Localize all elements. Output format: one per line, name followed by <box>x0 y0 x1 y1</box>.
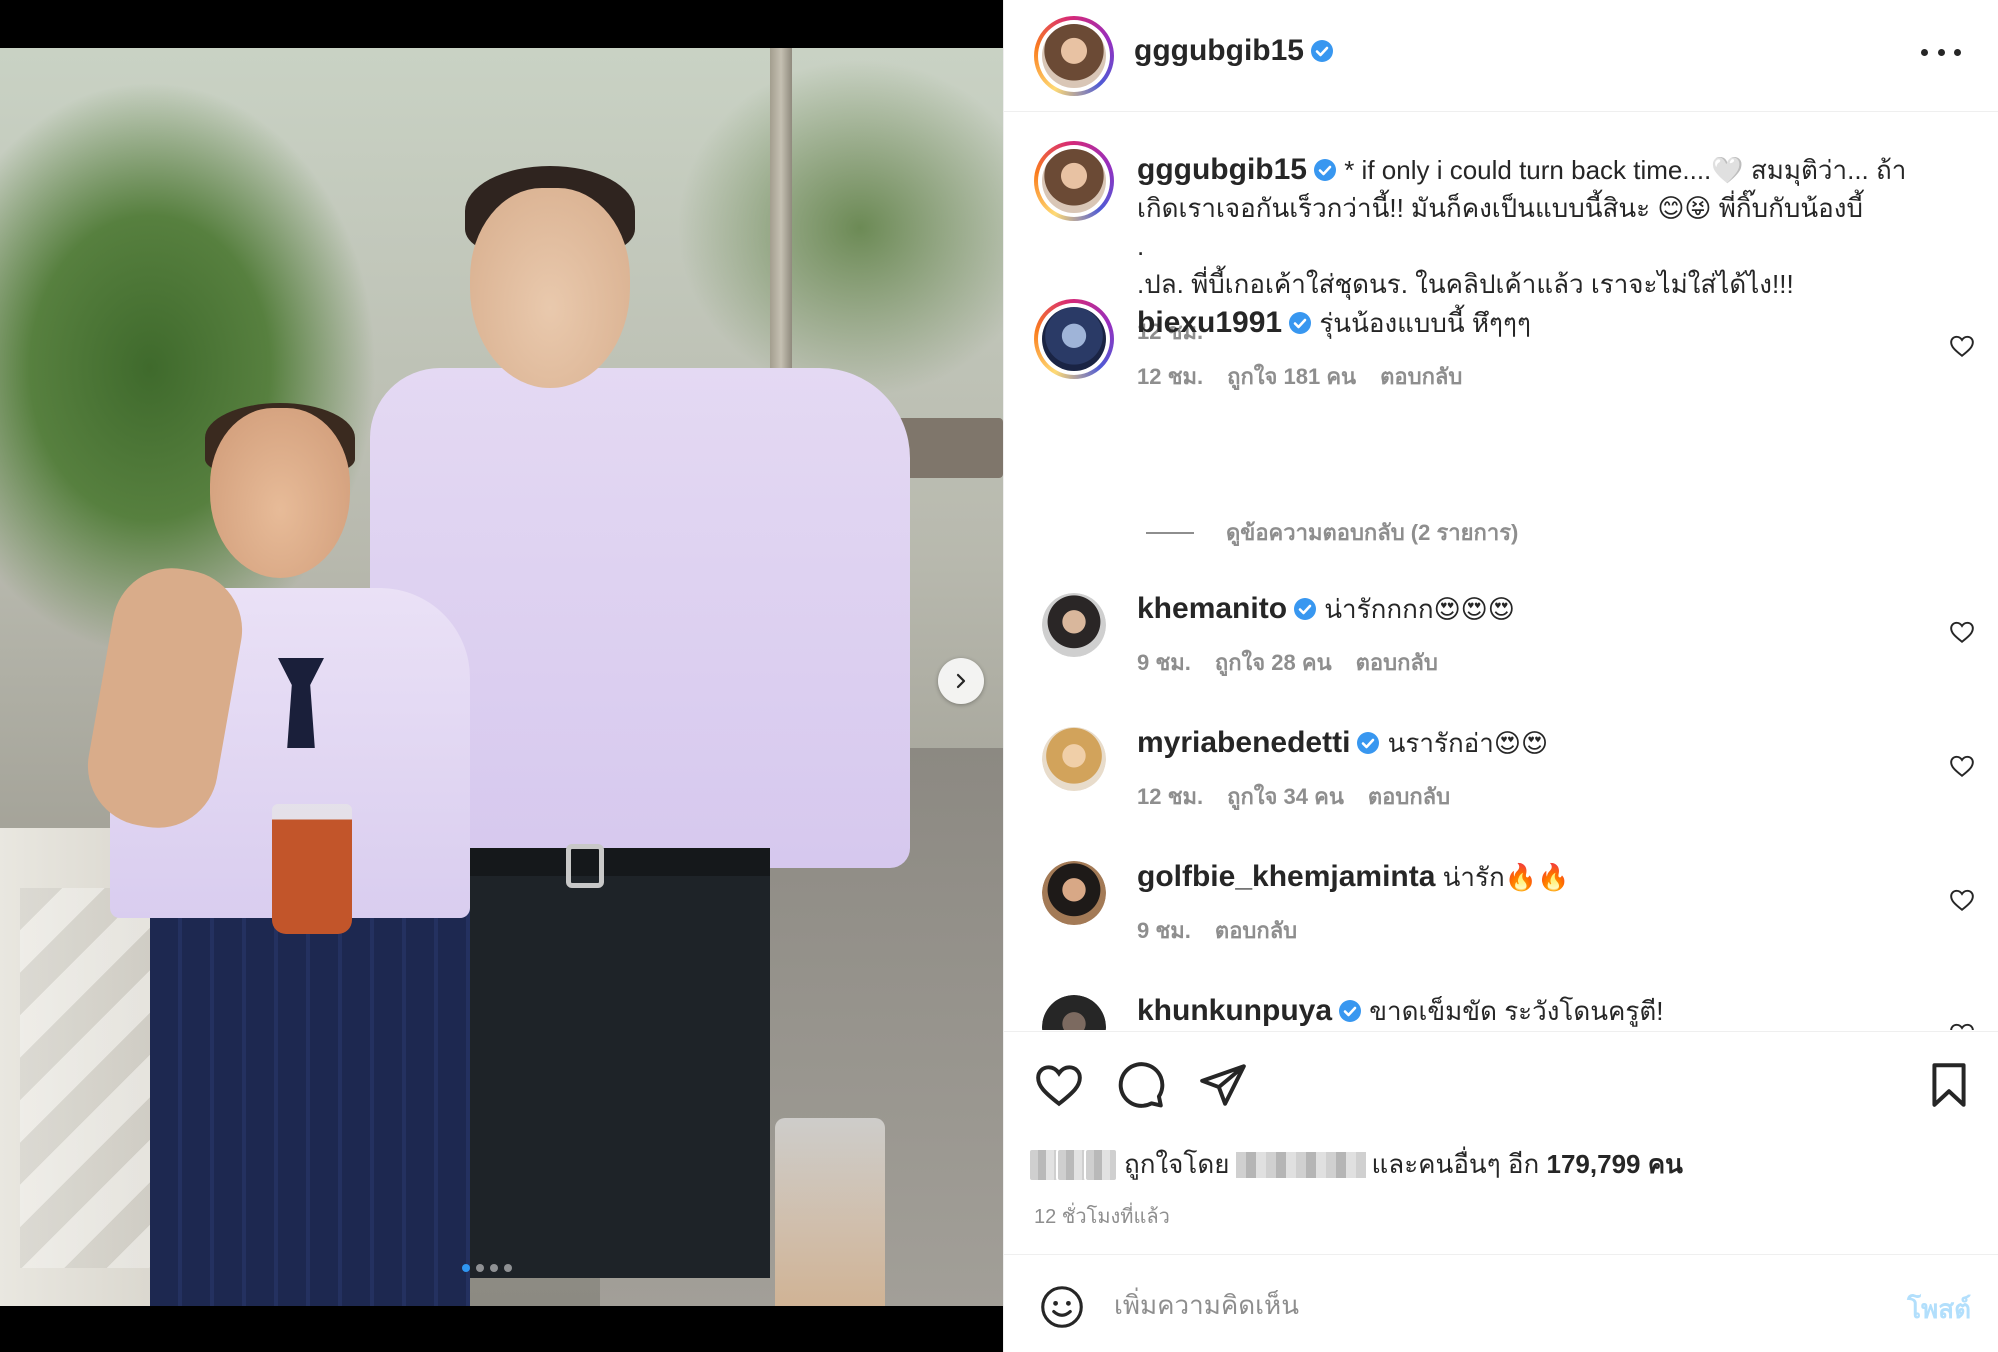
reply-button[interactable]: ตอบกลับ <box>1215 913 1297 948</box>
post-header: gggubgib15 <box>1004 0 1998 112</box>
carousel-dot <box>476 1264 484 1272</box>
more-icon <box>1921 48 1928 56</box>
comment-text: น่ารัก🔥🔥 <box>1442 862 1570 892</box>
commenter-avatar[interactable] <box>1042 727 1106 791</box>
post-side-panel: gggubgib15 gggubgib15 * if only i could … <box>1003 0 1998 1352</box>
carousel-dot <box>490 1264 498 1272</box>
chevron-right-icon <box>956 673 966 689</box>
emoji-icon[interactable] <box>1040 1285 1084 1329</box>
author-username[interactable]: gggubgib15 <box>1134 34 1304 68</box>
comment-text: ขาดเข็มขัด ระวังโดนครูตี! <box>1369 996 1664 1026</box>
comment-time: 12 ชม. <box>1137 364 1204 389</box>
comment-text: นรารักอ่า😍😍 <box>1387 728 1549 758</box>
bookmark-icon[interactable] <box>1924 1060 1974 1110</box>
author-avatar[interactable] <box>1034 16 1114 96</box>
commenter-username[interactable]: biexu1991 <box>1137 306 1282 339</box>
caption-avatar[interactable] <box>1034 141 1114 221</box>
heart-icon[interactable] <box>1034 1060 1084 1110</box>
verified-icon <box>1313 159 1336 181</box>
comments-list[interactable]: gggubgib15 * if only i could turn back t… <box>1004 113 1998 1030</box>
comment-text: น่ารักกกก😍😍😍 <box>1324 594 1515 624</box>
comment-time: 9 ชม. <box>1137 650 1191 675</box>
commenter-avatar[interactable] <box>1042 861 1106 925</box>
add-comment-bar: โพสต์ <box>1004 1254 1998 1352</box>
carousel-dots <box>462 1264 512 1272</box>
comment-text: รุ่นน้องแบบนี้ หึๆๆๆ <box>1319 308 1531 338</box>
comment-icon[interactable] <box>1116 1060 1166 1110</box>
post-timestamp: 12 ชั่วโมงที่แล้ว <box>1034 1206 1170 1228</box>
commenter-avatar[interactable] <box>1034 299 1114 379</box>
commenter-username[interactable]: golfbie_khemjaminta <box>1137 860 1435 893</box>
heart-icon[interactable] <box>1949 619 1975 645</box>
heart-icon[interactable] <box>1949 333 1975 359</box>
caption-username[interactable]: gggubgib15 <box>1137 153 1307 186</box>
carousel-dot <box>504 1264 512 1272</box>
more-options-button[interactable] <box>1921 40 1961 64</box>
caption-dot: . <box>1137 231 1145 261</box>
comment-input[interactable] <box>1114 1279 1874 1331</box>
verified-icon <box>1339 1000 1362 1022</box>
liker-name-blurred[interactable] <box>1235 1151 1366 1178</box>
comment-likes[interactable]: ถูกใจ 28 คน <box>1215 645 1332 680</box>
share-icon[interactable] <box>1198 1060 1248 1110</box>
verified-icon <box>1310 40 1333 62</box>
commenter-username[interactable]: khemanito <box>1137 592 1287 625</box>
carousel-dot <box>462 1264 470 1272</box>
verified-icon <box>1294 598 1317 620</box>
reply-button[interactable]: ตอบกลับ <box>1368 779 1450 814</box>
comment-likes[interactable]: ถูกใจ 34 คน <box>1227 779 1344 814</box>
commenter-username[interactable]: myriabenedetti <box>1137 726 1350 759</box>
commenter-username[interactable]: khunkunpuya <box>1137 994 1332 1027</box>
caption-ps: .ปล. พี่บี้เกอเค้าใส่ชุดนร. ในคลิปเค้าแล… <box>1137 269 1794 299</box>
heart-icon[interactable] <box>1949 1021 1975 1030</box>
liked-by-label: ถูกใจโดย <box>1124 1149 1230 1179</box>
view-replies-button[interactable]: ดูข้อความตอบกลับ (2 รายการ) <box>1146 515 1518 550</box>
comment-time: 9 ชม. <box>1137 918 1191 943</box>
comment-time: 12 ชม. <box>1137 784 1204 809</box>
commenter-avatar[interactable] <box>1042 593 1106 657</box>
post-comment-button[interactable]: โพสต์ <box>1907 1289 1971 1330</box>
heart-icon[interactable] <box>1949 753 1975 779</box>
post-photo <box>0 48 1003 1306</box>
likes-count[interactable]: 179,799 คน <box>1547 1144 1683 1185</box>
liker-avatars <box>1028 1147 1118 1182</box>
commenter-avatar[interactable] <box>1042 995 1106 1030</box>
heart-icon[interactable] <box>1949 887 1975 913</box>
and-others-label: และคนอื่นๆ อีก <box>1371 1149 1540 1179</box>
post-actions: ถูกใจโดย และคนอื่นๆ อีก 179,799 คน 12 ชั… <box>1004 1031 1998 1253</box>
post-media <box>0 0 1003 1352</box>
reply-button[interactable]: ตอบกลับ <box>1380 359 1462 394</box>
comment-likes[interactable]: ถูกใจ 181 คน <box>1227 359 1356 394</box>
verified-icon <box>1289 312 1312 334</box>
verified-icon <box>1357 732 1380 754</box>
reply-button[interactable]: ตอบกลับ <box>1356 645 1438 680</box>
likes-summary[interactable]: ถูกใจโดย และคนอื่นๆ อีก 179,799 คน <box>1028 1144 1683 1185</box>
carousel-next-button[interactable] <box>938 658 984 704</box>
view-replies-label: ดูข้อความตอบกลับ (2 รายการ) <box>1226 520 1519 545</box>
